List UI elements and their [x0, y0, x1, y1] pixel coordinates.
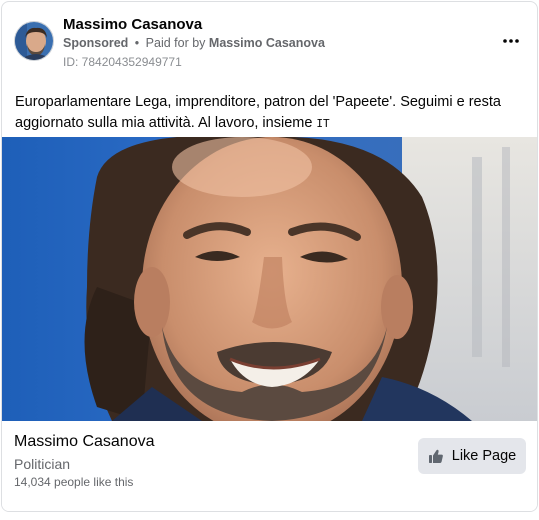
ad-id: ID: 784204352949771 — [63, 55, 182, 69]
separator-dot: • — [134, 36, 140, 50]
paid-for-name: Massimo Casanova — [208, 36, 325, 50]
thumbs-up-icon — [428, 449, 443, 463]
like-page-label: Like Page — [451, 448, 517, 464]
paid-for-prefix: Paid for by — [145, 36, 206, 50]
post-body: Europarlamentare Lega, imprenditore, pat… — [15, 94, 501, 131]
language-badge: IT — [316, 117, 330, 130]
post-header: Massimo Casanova Sponsored • Paid for by… — [2, 2, 537, 82]
page-name[interactable]: Massimo Casanova — [63, 16, 202, 33]
more-options-button[interactable] — [499, 30, 523, 52]
sponsored-post-card: Massimo Casanova Sponsored • Paid for by… — [1, 1, 538, 512]
avatar[interactable] — [14, 21, 54, 61]
page-footer: Massimo Casanova Politician 14,034 peopl… — [2, 421, 537, 511]
footer-category: Politician — [14, 456, 71, 472]
footer-page-name[interactable]: Massimo Casanova — [14, 433, 155, 451]
post-image[interactable] — [2, 137, 537, 421]
portrait-photo — [2, 137, 537, 421]
sponsored-line: Sponsored • Paid for by Massimo Casanova — [63, 36, 325, 50]
post-text: Europarlamentare Lega, imprenditore, pat… — [15, 92, 525, 134]
like-page-button[interactable]: Like Page — [418, 438, 526, 474]
footer-like-count: 14,034 people like this — [14, 475, 134, 489]
avatar-photo — [15, 22, 53, 60]
more-horizontal-icon — [503, 39, 519, 43]
sponsored-label[interactable]: Sponsored — [63, 36, 128, 50]
